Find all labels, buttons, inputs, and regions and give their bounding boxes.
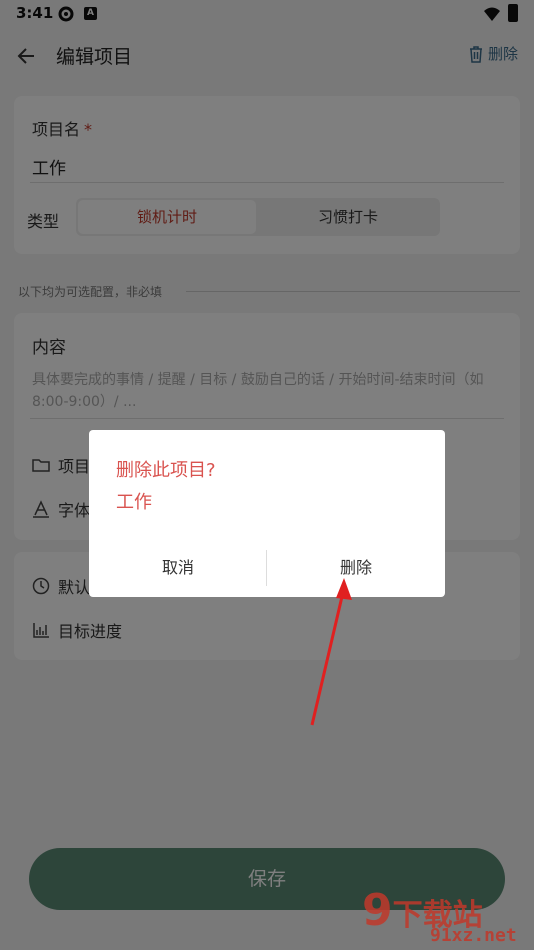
dialog-subtitle: 工作 [116, 492, 152, 513]
watermark-url: 91xz.net [430, 925, 517, 946]
dialog-title: 删除此项目? [116, 460, 216, 481]
delete-confirm-dialog: 删除此项目? 工作 取消 删除 [89, 430, 445, 597]
cancel-button[interactable]: 取消 [89, 550, 267, 586]
annotation-arrow-icon [310, 578, 352, 726]
